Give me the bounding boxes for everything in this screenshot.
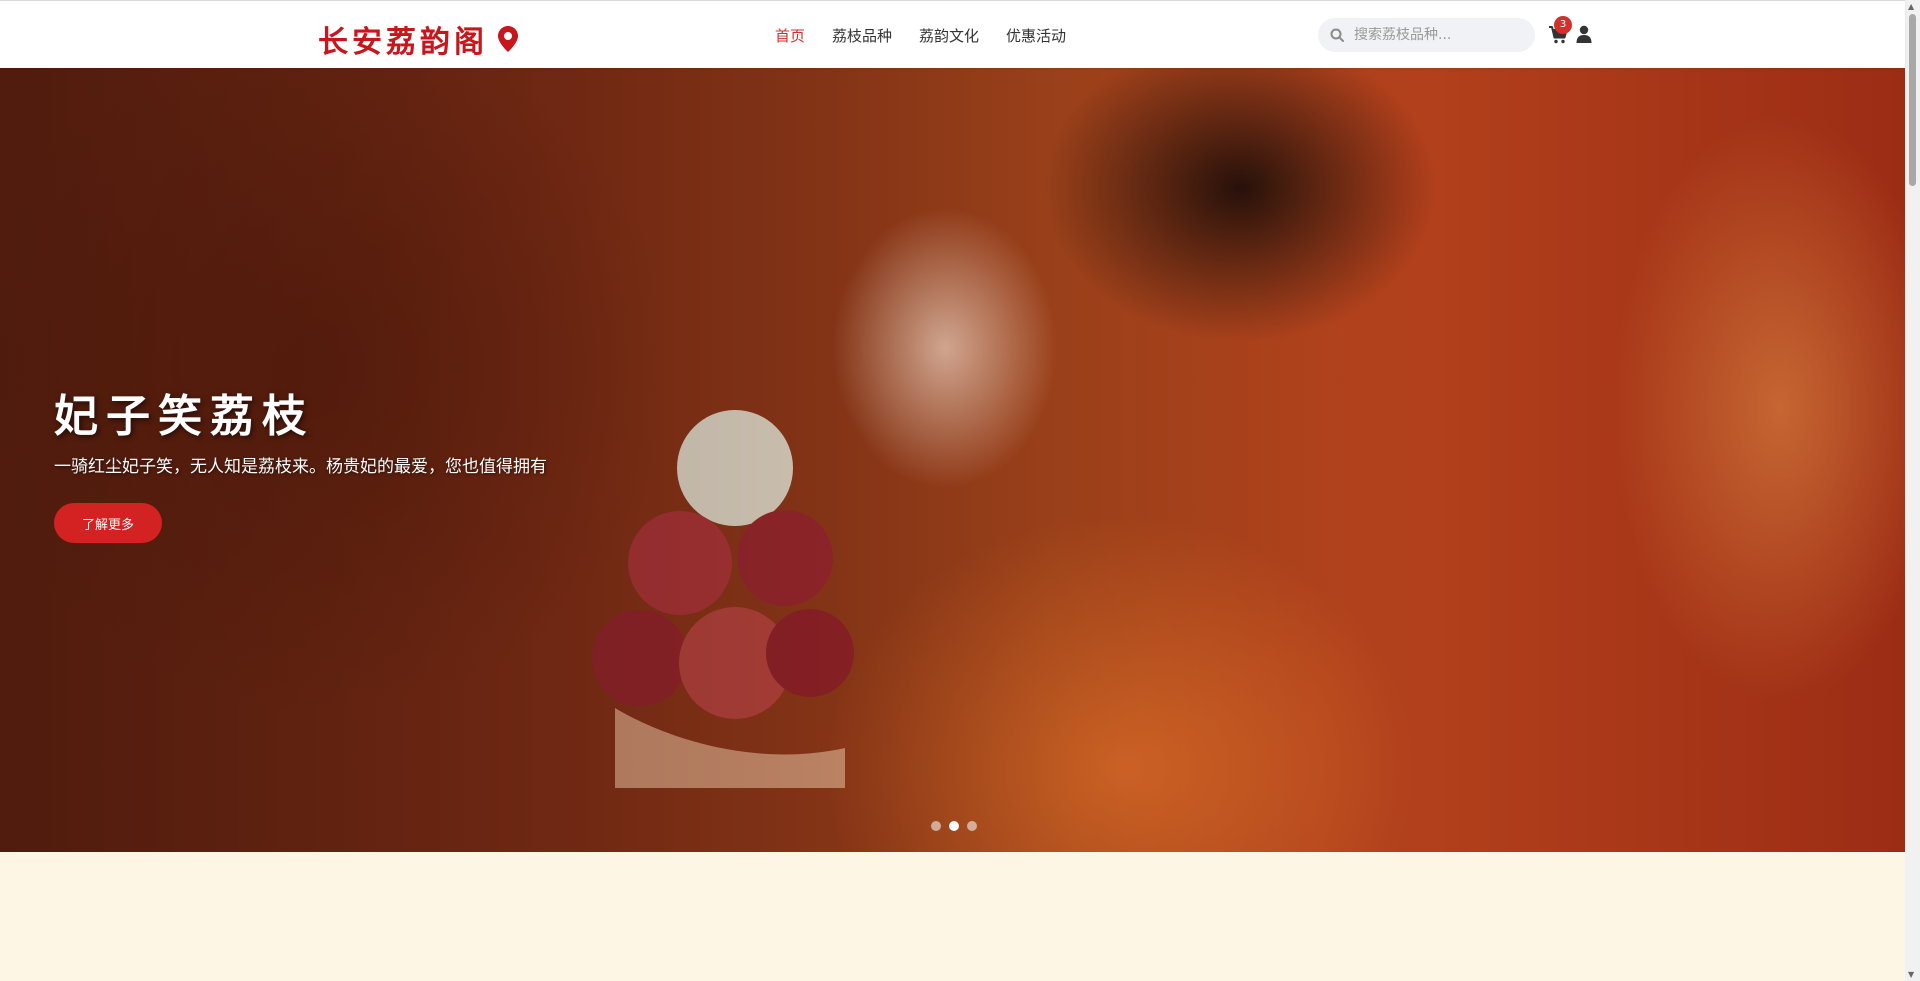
nav-varieties[interactable]: 荔枝品种 [832,25,892,46]
search-icon [1330,28,1344,42]
carousel-dot-1[interactable] [931,821,941,831]
hero-subtitle: 一骑红尘妃子笑，无人知是荔枝来。杨贵妃的最爱，您也值得拥有 [54,457,547,477]
site-header: 长安荔韵阁 首页 荔枝品种 荔韵文化 优惠活动 3 [0,0,1905,68]
scroll-up-arrow-icon[interactable]: ▲ [1908,2,1914,11]
site-logo[interactable]: 长安荔韵阁 [318,17,518,61]
scroll-down-arrow-icon[interactable]: ▼ [1908,970,1914,979]
page-scrollbar[interactable]: ▲ ▼ [1905,0,1920,981]
user-icon[interactable] [1576,25,1592,43]
logo-text: 长安荔韵阁 [318,25,488,60]
hero-title: 妃子笑荔枝 [54,391,314,442]
carousel-dot-3[interactable] [967,821,977,831]
learn-more-button[interactable]: 了解更多 [54,503,162,543]
main-nav: 首页 荔枝品种 荔韵文化 优惠活动 [775,25,1066,46]
location-pin-icon [498,26,518,52]
scrollbar-thumb[interactable] [1909,14,1916,186]
search-box [1318,18,1535,52]
carousel-indicators [931,821,977,831]
nav-home[interactable]: 首页 [775,25,805,46]
search-input[interactable] [1354,27,1524,43]
cart-count-badge: 3 [1554,16,1572,34]
nav-promotions[interactable]: 优惠活动 [1006,25,1066,46]
carousel-dot-2[interactable] [949,821,959,831]
nav-culture[interactable]: 荔韵文化 [919,25,979,46]
hero-banner: 妃子笑荔枝 一骑红尘妃子笑，无人知是荔枝来。杨贵妃的最爱，您也值得拥有 了解更多 [0,68,1905,852]
